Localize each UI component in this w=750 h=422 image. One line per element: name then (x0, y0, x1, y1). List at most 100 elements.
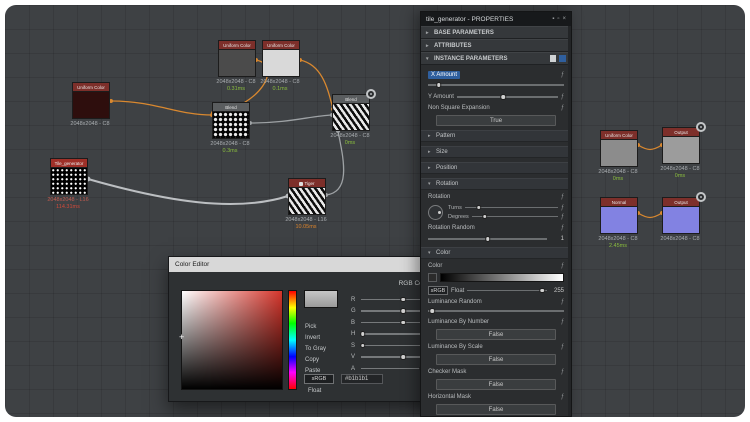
param-x-amount-label[interactable]: X Amount (428, 71, 460, 79)
expose-icon[interactable] (559, 55, 566, 62)
float-icon[interactable]: ▫ (557, 16, 559, 22)
color-alpha-slider[interactable] (467, 287, 547, 295)
function-icon[interactable]: ƒ (561, 214, 564, 220)
panel-scrollbar[interactable] (568, 26, 571, 416)
wire[interactable] (88, 179, 288, 204)
function-icon[interactable]: ƒ (561, 369, 564, 375)
node-resolution: 2048x2048 - C8 (592, 236, 644, 243)
luminance-by-scale-button[interactable]: False (436, 354, 556, 365)
green-slider[interactable] (361, 307, 425, 315)
node-uniform-color-4[interactable]: Uniform Color 2048x2048 - C8 0ms (600, 130, 638, 183)
node-tiger[interactable]: Tiger 2048x2048 - L16 10.05ms (288, 178, 326, 231)
copy-button[interactable]: Copy (305, 357, 319, 363)
node-blend-2[interactable]: Blend 2048x2048 - C8 0ms (332, 94, 370, 147)
node-thumbnail (212, 111, 250, 139)
preset-icon[interactable] (550, 55, 556, 62)
pick-button[interactable]: Pick (305, 324, 316, 330)
wire[interactable] (111, 101, 212, 115)
chevron-down-icon: ▾ (428, 250, 433, 256)
float-mode-button[interactable]: Float (308, 388, 321, 394)
rotation-dial[interactable] (428, 205, 443, 220)
node-normal[interactable]: Normal 2048x2048 - C8 2.45ms (600, 197, 638, 250)
color-chip[interactable] (428, 273, 437, 282)
srgb-mode-button[interactable]: sRGB (304, 374, 334, 384)
slider-label: G (351, 308, 358, 314)
luminance-by-number-button[interactable]: False (436, 329, 556, 340)
hue-slider[interactable] (288, 290, 297, 390)
subsection-position[interactable]: ▸ Position (421, 162, 571, 174)
function-icon[interactable]: ƒ (561, 319, 564, 325)
node-title: Output (662, 197, 700, 206)
x-amount-slider[interactable] (428, 81, 564, 89)
properties-panel: tile_generator - PROPERTIES ▪ ▫ × ▸ BASE… (420, 11, 572, 417)
saturation-slider[interactable] (361, 342, 425, 350)
properties-titlebar[interactable]: tile_generator - PROPERTIES ▪ ▫ × (421, 12, 571, 26)
color-editor-titlebar[interactable]: Color Editor (169, 257, 447, 272)
function-icon[interactable]: ƒ (561, 225, 564, 231)
turns-slider[interactable] (465, 204, 558, 212)
invert-button[interactable]: Invert (305, 335, 320, 341)
close-icon[interactable]: × (562, 16, 566, 22)
function-icon[interactable]: ƒ (561, 394, 564, 400)
function-icon[interactable]: ƒ (561, 94, 564, 100)
rotation-random-slider[interactable] (428, 235, 547, 243)
wire[interactable] (250, 115, 332, 123)
node-uniform-color-3[interactable]: Uniform Color 2048x2048 - C8 0.1ms (262, 40, 300, 93)
pin-icon[interactable]: ▪ (552, 16, 554, 22)
luminance-random-slider[interactable] (428, 307, 564, 315)
saturation-value-picker[interactable] (181, 290, 283, 390)
function-icon[interactable]: ƒ (561, 263, 564, 269)
node-time: 2.45ms (592, 243, 644, 250)
y-amount-slider[interactable] (457, 93, 558, 101)
function-icon[interactable]: ƒ (561, 105, 564, 111)
node-thumbnail (72, 91, 110, 119)
subsection-color[interactable]: ▾ Color (421, 247, 571, 259)
section-attributes[interactable]: ▸ ATTRIBUTES (421, 39, 571, 52)
function-icon[interactable]: ƒ (561, 72, 564, 78)
alpha-slider[interactable] (361, 365, 425, 373)
hue-value-slider[interactable] (361, 330, 425, 338)
value-slider[interactable] (361, 353, 425, 361)
horizontal-mask-button[interactable]: False (436, 404, 556, 415)
node-thumbnail (332, 103, 370, 131)
to-gray-button[interactable]: To Gray (305, 346, 326, 352)
section-label: INSTANCE PARAMETERS (434, 56, 507, 62)
float-button[interactable]: Float (451, 288, 464, 294)
param-rotation-label: Rotation (428, 194, 450, 200)
node-graph-canvas[interactable]: Uniform Color 2048x2048 - C8 Uniform Col… (5, 5, 745, 417)
subsection-pattern[interactable]: ▸ Pattern (421, 130, 571, 142)
node-uniform-color-2[interactable]: Uniform Color 2048x2048 - C8 0.31ms (218, 40, 256, 93)
function-icon[interactable]: ƒ (561, 344, 564, 350)
wire[interactable] (638, 213, 662, 218)
param-horizontal-mask-label: Horizontal Mask (428, 394, 471, 400)
node-title: Tile_generator (50, 158, 88, 167)
wire[interactable] (638, 145, 662, 150)
section-label: ATTRIBUTES (434, 43, 472, 49)
node-output-2[interactable]: Output 2048x2048 - C8 (662, 197, 700, 243)
node-title: Normal (600, 197, 638, 206)
subsection-size[interactable]: ▸ Size (421, 146, 571, 158)
function-icon[interactable]: ƒ (561, 299, 564, 305)
blue-slider[interactable] (361, 319, 425, 327)
function-icon[interactable]: ƒ (561, 194, 564, 200)
node-blend-1[interactable]: Blend 2048x2048 - C8 0.3ms (212, 102, 250, 155)
node-title: Blend (332, 94, 370, 103)
red-slider[interactable] (361, 296, 425, 304)
node-uniform-color-1[interactable]: Uniform Color 2048x2048 - C8 (72, 82, 110, 128)
color-editor-title: Color Editor (175, 261, 209, 268)
subsection-rotation[interactable]: ▾ Rotation (421, 178, 571, 190)
section-instance-parameters[interactable]: ▾ INSTANCE PARAMETERS (421, 52, 571, 65)
hex-color-field[interactable]: #b1b1b1 (341, 374, 383, 384)
degrees-slider[interactable] (472, 213, 558, 221)
non-square-expansion-button[interactable]: True (436, 115, 556, 126)
node-output-1[interactable]: Output 2048x2048 - C8 0ms (662, 127, 700, 180)
param-checker-mask-label: Checker Mask (428, 369, 466, 375)
srgb-button[interactable]: sRGB (428, 286, 448, 295)
function-icon[interactable]: ƒ (561, 205, 564, 211)
section-base-parameters[interactable]: ▸ BASE PARAMETERS (421, 26, 571, 39)
node-thumbnail (288, 187, 326, 215)
node-tile-generator[interactable]: Tile_generator 2048x2048 - L16 114.31ms (50, 158, 88, 211)
color-gradient-bar[interactable] (440, 273, 564, 282)
node-resolution: 2048x2048 - C8 (204, 141, 256, 148)
checker-mask-button[interactable]: False (436, 379, 556, 390)
